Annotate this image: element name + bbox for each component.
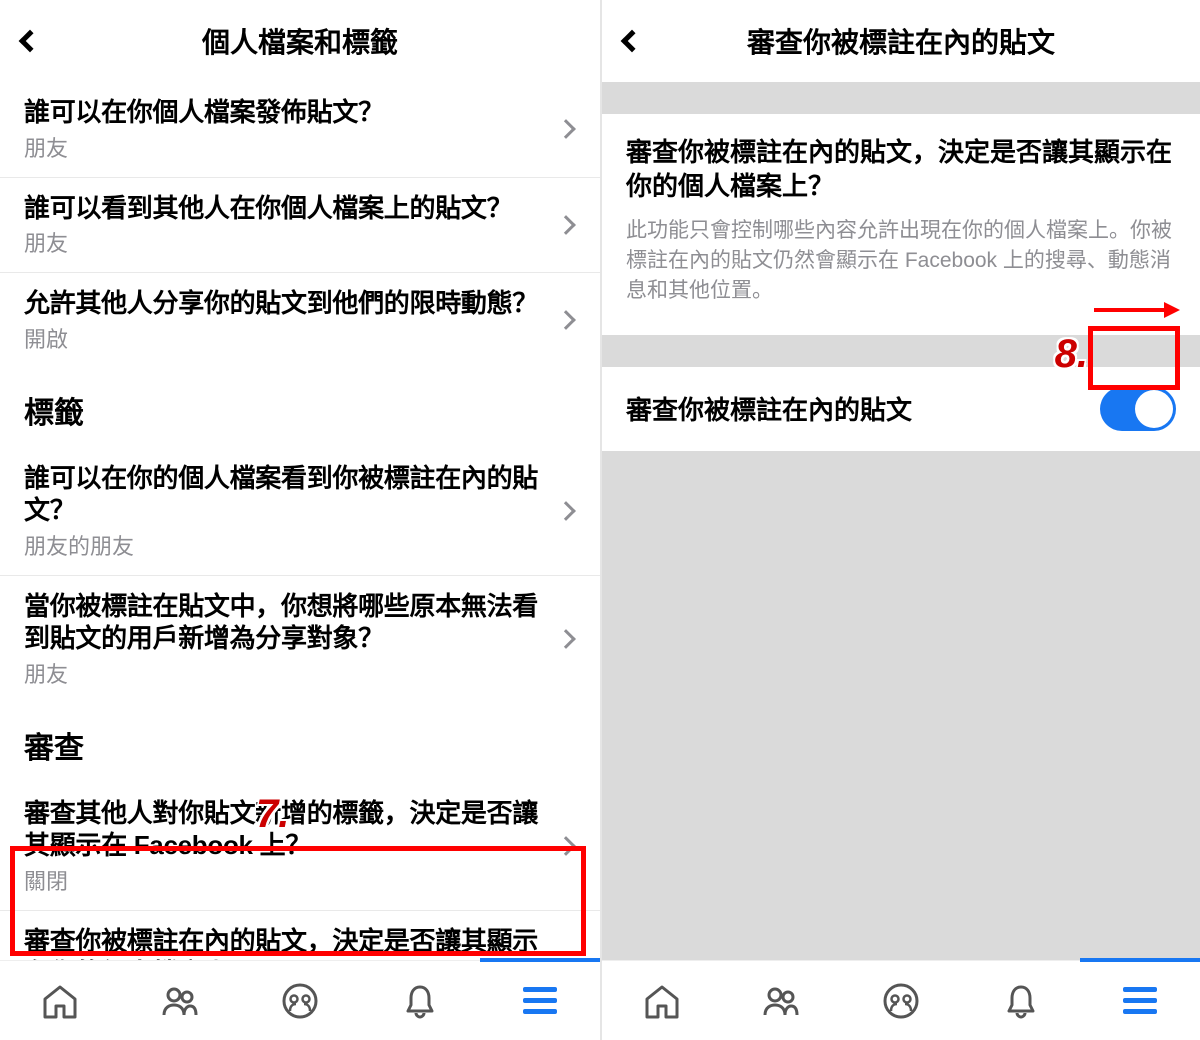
disclosure: [546, 313, 586, 327]
toggle-thumb: [1135, 390, 1173, 428]
chevron-right-icon: [556, 501, 576, 521]
tab-bar: [602, 960, 1200, 1040]
friends-icon: [160, 981, 200, 1021]
bell-icon: [1001, 981, 1041, 1021]
row-title: 允許其他人分享你的貼文到他們的限時動態？: [24, 287, 546, 320]
setting-row-tag-audience[interactable]: 當你被標註在貼文中，你想將哪些原本無法看到貼文的用戶新增為分享對象？ 朋友: [0, 576, 600, 703]
disclosure: [546, 632, 586, 646]
empty-area: [602, 451, 1200, 960]
chevron-right-icon: [556, 310, 576, 330]
page-title: 審查你被標註在內的貼文: [602, 21, 1200, 61]
back-button[interactable]: [602, 33, 662, 49]
setting-row-post-on-profile[interactable]: 誰可以在你個人檔案發佈貼文？ 朋友: [0, 82, 600, 178]
chevron-left-icon: [19, 30, 42, 53]
disclosure: [546, 218, 586, 232]
disclosure: [546, 839, 586, 853]
tab-home[interactable]: [0, 961, 120, 1040]
chevron-right-icon: [556, 629, 576, 649]
setting-row-share-to-stories[interactable]: 允許其他人分享你的貼文到他們的限時動態？ 開啟: [0, 273, 600, 368]
section-header-tags: 標籤: [0, 368, 600, 448]
row-value: 開啟: [24, 322, 546, 354]
friends-icon: [761, 981, 801, 1021]
review-toggle[interactable]: [1100, 387, 1176, 431]
row-value: 朋友: [24, 657, 546, 689]
spacer: [602, 82, 1200, 114]
tab-groups[interactable]: [240, 961, 360, 1040]
row-value: 朋友: [24, 226, 546, 258]
setting-row-see-others-posts[interactable]: 誰可以看到其他人在你個人檔案上的貼文？ 朋友: [0, 178, 600, 274]
home-icon: [40, 981, 80, 1021]
section-header-review: 審查: [0, 703, 600, 783]
tab-notifications[interactable]: [961, 961, 1081, 1040]
row-title: 誰可以在你的個人檔案看到你被標註在內的貼文？: [24, 462, 546, 527]
row-value: 朋友: [24, 131, 546, 163]
screen-profile-tags: 個人檔案和標籤 誰可以在你個人檔案發佈貼文？ 朋友 誰可以看到其他人在你個人檔案…: [0, 0, 600, 1040]
toggle-row-review-tagged: 審查你被標註在內的貼文: [602, 367, 1200, 451]
settings-list[interactable]: 誰可以在你個人檔案發佈貼文？ 朋友 誰可以看到其他人在你個人檔案上的貼文？ 朋友…: [0, 82, 600, 960]
header: 個人檔案和標籤: [0, 0, 600, 82]
row-title: 誰可以看到其他人在你個人檔案上的貼文？: [24, 192, 546, 225]
header: 審查你被標註在內的貼文: [602, 0, 1200, 82]
spacer: [602, 335, 1200, 367]
info-card: 審查你被標註在內的貼文，決定是否讓其顯示在你的個人檔案上？ 此功能只會控制哪些內…: [602, 114, 1200, 335]
chevron-right-icon: [556, 215, 576, 235]
row-value: 朋友的朋友: [24, 529, 546, 561]
home-icon: [642, 981, 682, 1021]
setting-row-review-tagged-posts[interactable]: 審查你被標註在內的貼文，決定是否讓其顯示在你的個人檔案上？ 關閉: [0, 911, 600, 961]
chevron-right-icon: [556, 836, 576, 856]
chevron-left-icon: [621, 30, 644, 53]
row-title: 當你被標註在貼文中，你想將哪些原本無法看到貼文的用戶新增為分享對象？: [24, 590, 546, 655]
page-title: 個人檔案和標籤: [0, 21, 600, 61]
screen-review-tagged: 審查你被標註在內的貼文 審查你被標註在內的貼文，決定是否讓其顯示在你的個人檔案上…: [600, 0, 1200, 1040]
disclosure: [546, 504, 586, 518]
back-button[interactable]: [0, 33, 60, 49]
active-tab-indicator: [480, 958, 600, 962]
menu-icon: [1123, 981, 1157, 1020]
active-tab-indicator: [1080, 958, 1200, 962]
row-value: 關閉: [24, 864, 546, 896]
toggle-label: 審查你被標註在內的貼文: [626, 390, 1100, 427]
tab-menu[interactable]: [1080, 961, 1200, 1040]
disclosure: [546, 122, 586, 136]
setting-row-who-sees-tagged[interactable]: 誰可以在你的個人檔案看到你被標註在內的貼文？ 朋友的朋友: [0, 448, 600, 576]
row-title: 誰可以在你個人檔案發佈貼文？: [24, 96, 546, 129]
groups-icon: [881, 981, 921, 1021]
chevron-right-icon: [556, 119, 576, 139]
row-title: 審查其他人對你貼文新增的標籤，決定是否讓其顯示在 Facebook 上？: [24, 797, 546, 862]
tab-notifications[interactable]: [360, 961, 480, 1040]
groups-icon: [280, 981, 320, 1021]
info-title: 審查你被標註在內的貼文，決定是否讓其顯示在你的個人檔案上？: [626, 136, 1176, 204]
row-title: 審查你被標註在內的貼文，決定是否讓其顯示在你的個人檔案上？: [24, 925, 546, 961]
bell-icon: [400, 981, 440, 1021]
tab-groups[interactable]: [841, 961, 961, 1040]
tab-menu[interactable]: [480, 961, 600, 1040]
tab-bar: [0, 960, 600, 1040]
tab-friends[interactable]: [722, 961, 842, 1040]
tab-home[interactable]: [602, 961, 722, 1040]
tab-friends[interactable]: [120, 961, 240, 1040]
menu-icon: [523, 981, 557, 1020]
info-description: 此功能只會控制哪些內容允許出現在你的個人檔案上。你被標註在內的貼文仍然會顯示在 …: [626, 216, 1176, 307]
setting-row-review-tags-on-posts[interactable]: 審查其他人對你貼文新增的標籤，決定是否讓其顯示在 Facebook 上？ 關閉: [0, 783, 600, 911]
